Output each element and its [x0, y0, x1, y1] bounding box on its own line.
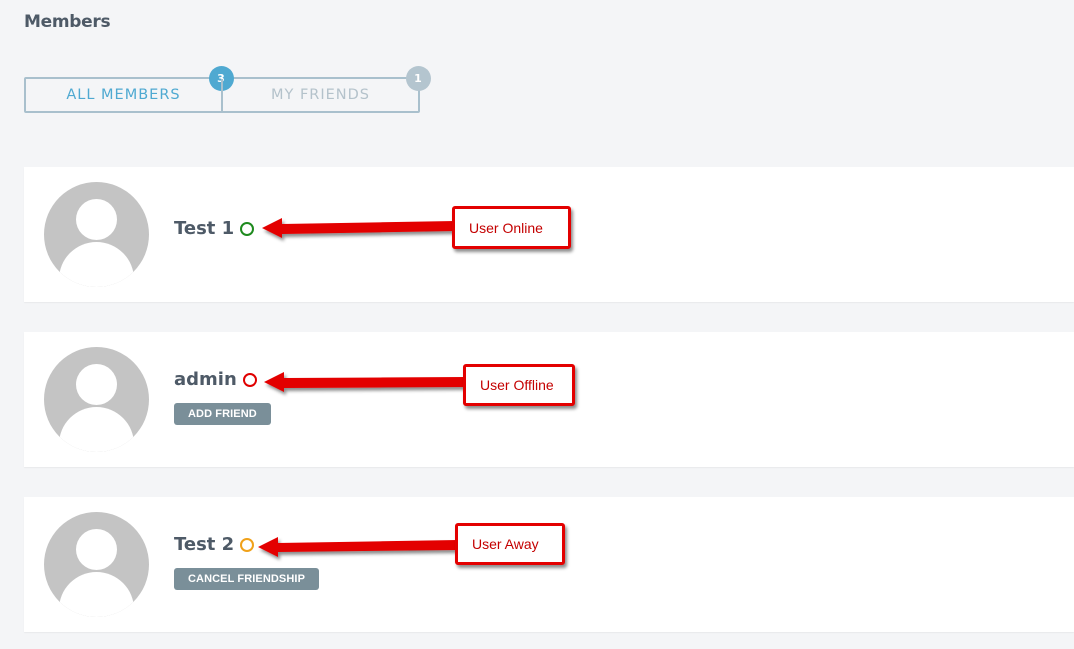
annotation-user-online: User Online [452, 206, 571, 249]
annotation-user-offline: User Offline [463, 364, 575, 406]
annotation-text: User Offline [480, 377, 554, 393]
annotation-text: User Online [469, 219, 543, 236]
annotation-user-away: User Away [455, 523, 565, 565]
annotation-text: User Away [472, 536, 539, 552]
